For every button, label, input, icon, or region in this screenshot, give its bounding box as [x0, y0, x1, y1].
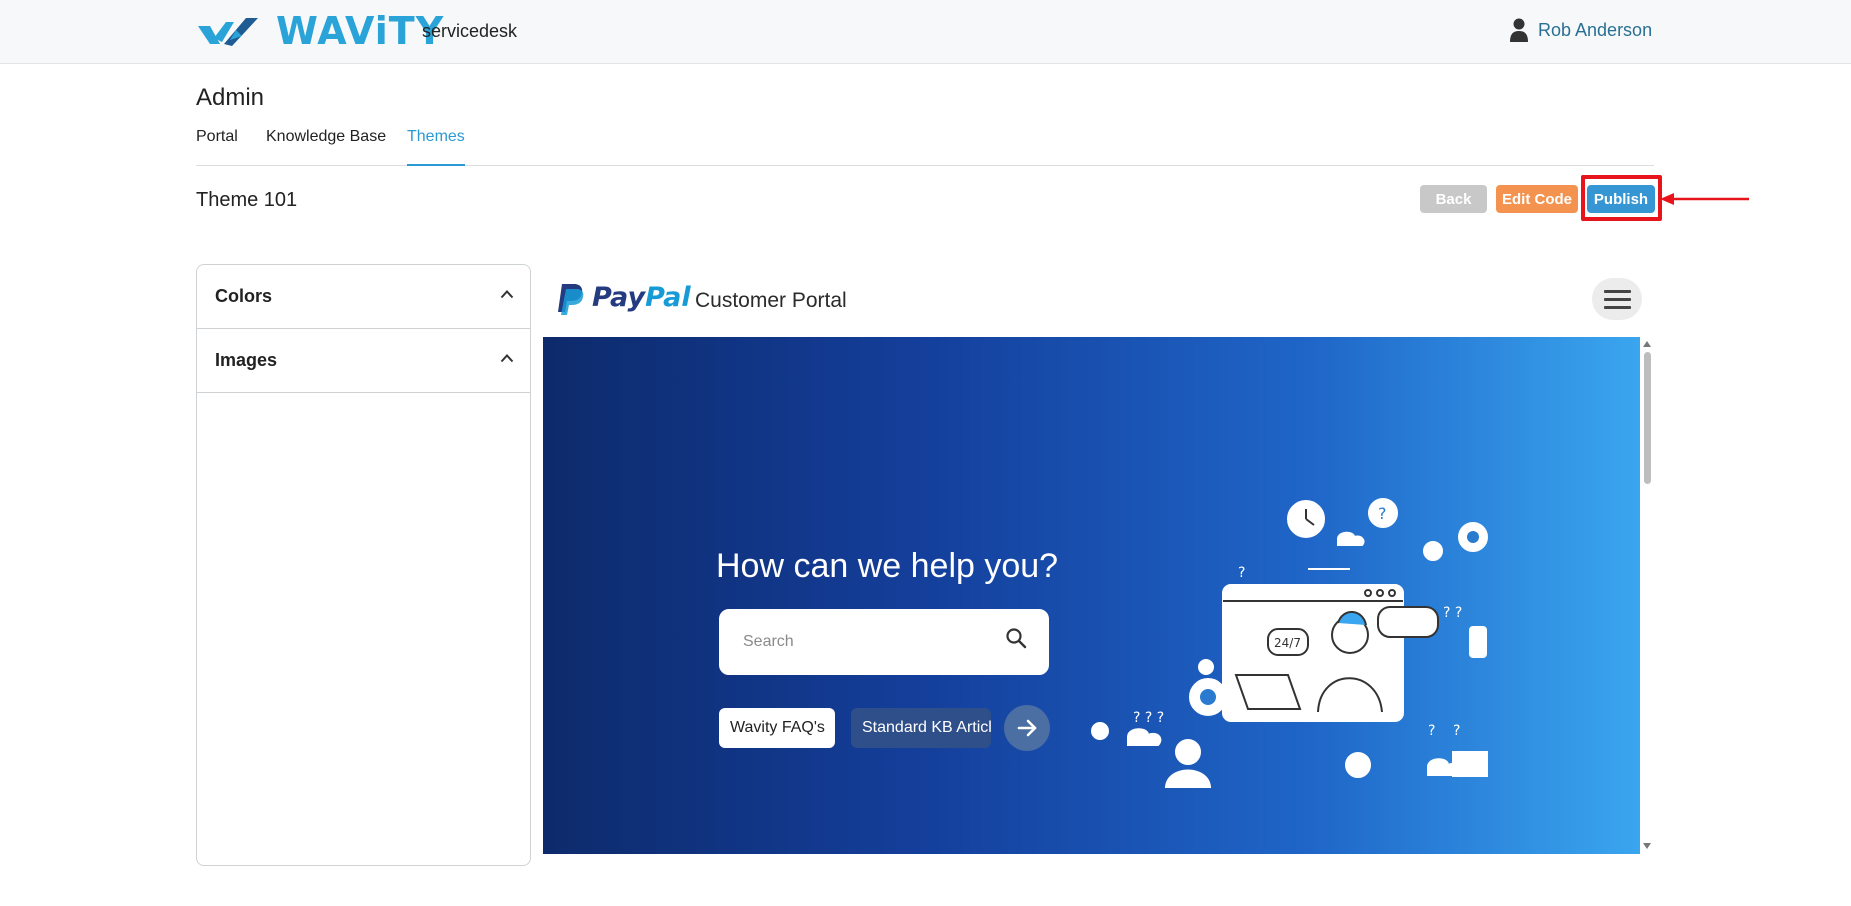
logo-text: WAViTY — [276, 9, 445, 53]
paypal-logo-icon — [558, 284, 584, 315]
svg-text:24/7: 24/7 — [1274, 636, 1301, 650]
accordion-images[interactable]: Images — [197, 329, 530, 393]
preview-scrollbar[interactable] — [1640, 337, 1654, 854]
arrow-right-icon — [1017, 719, 1037, 737]
tab-knowledge-base[interactable]: Knowledge Base — [266, 128, 386, 166]
portal-title: Customer Portal — [695, 289, 847, 312]
paypal-wordmark: PayPal — [592, 282, 691, 313]
annotation-arrow-icon — [1660, 193, 1749, 205]
wavity-logo[interactable]: WAViTY — [196, 9, 445, 53]
page-title: Admin — [196, 84, 265, 111]
paypal-wordmark-pay: Pay — [592, 282, 646, 313]
search-input[interactable] — [743, 633, 983, 651]
svg-text:?: ? — [1378, 504, 1387, 523]
svg-text:? ? ?: ? ? ? — [1133, 710, 1164, 726]
svg-text:?: ? — [1453, 723, 1460, 739]
scroll-up-icon[interactable] — [1643, 341, 1651, 347]
paypal-wordmark-pal: Pal — [645, 282, 691, 313]
tab-portal[interactable]: Portal — [196, 128, 238, 166]
portal-preview: PayPal Customer Portal How can we help y… — [542, 264, 1654, 854]
accordion-colors-label: Colors — [215, 286, 273, 306]
tab-themes[interactable]: Themes — [407, 128, 465, 166]
chevron-up-icon[interactable] — [500, 353, 514, 363]
hero-banner: How can we help you? Wavity FAQ's Standa… — [543, 337, 1640, 854]
publish-highlight-box — [1581, 175, 1662, 221]
hero-title: How can we help you? — [716, 547, 1059, 585]
user-icon — [1510, 18, 1528, 42]
quick-link-chip[interactable]: Standard KB Articles — [851, 708, 991, 748]
wavity-logo-mark-icon — [198, 18, 258, 46]
customer-support-illustration: ? 24/7 ? ? ? ? ? ? ? ? — [1091, 498, 1488, 788]
svg-text:? ?: ? ? — [1443, 605, 1462, 621]
search-box[interactable] — [719, 609, 1049, 675]
product-name: servicedesk — [422, 21, 518, 41]
accordion-images-label: Images — [215, 350, 278, 370]
theme-settings-panel: Colors Images — [196, 264, 531, 866]
chevron-up-icon[interactable] — [500, 289, 514, 299]
user-name[interactable]: Rob Anderson — [1538, 20, 1652, 41]
search-icon[interactable] — [1005, 627, 1027, 649]
chips-next-button[interactable] — [1004, 705, 1050, 751]
top-bar: WAViTY servicedesk Rob Anderson — [0, 0, 1851, 64]
accordion-colors[interactable]: Colors — [197, 265, 530, 329]
svg-text:?: ? — [1428, 723, 1435, 739]
edit-code-button[interactable]: Edit Code — [1496, 185, 1578, 213]
preview-header: PayPal Customer Portal — [542, 264, 1654, 336]
scroll-down-icon[interactable] — [1643, 843, 1651, 849]
admin-tabs: Portal Knowledge Base Themes — [196, 128, 1654, 166]
scrollbar-thumb[interactable] — [1644, 352, 1651, 484]
user-menu[interactable]: Rob Anderson — [1510, 18, 1652, 42]
svg-text:?: ? — [1238, 565, 1245, 581]
theme-title: Theme 101 — [196, 189, 298, 211]
hamburger-menu-button[interactable] — [1592, 278, 1642, 320]
back-button[interactable]: Back — [1420, 185, 1487, 213]
quick-link-chip[interactable]: Wavity FAQ's — [719, 708, 835, 748]
